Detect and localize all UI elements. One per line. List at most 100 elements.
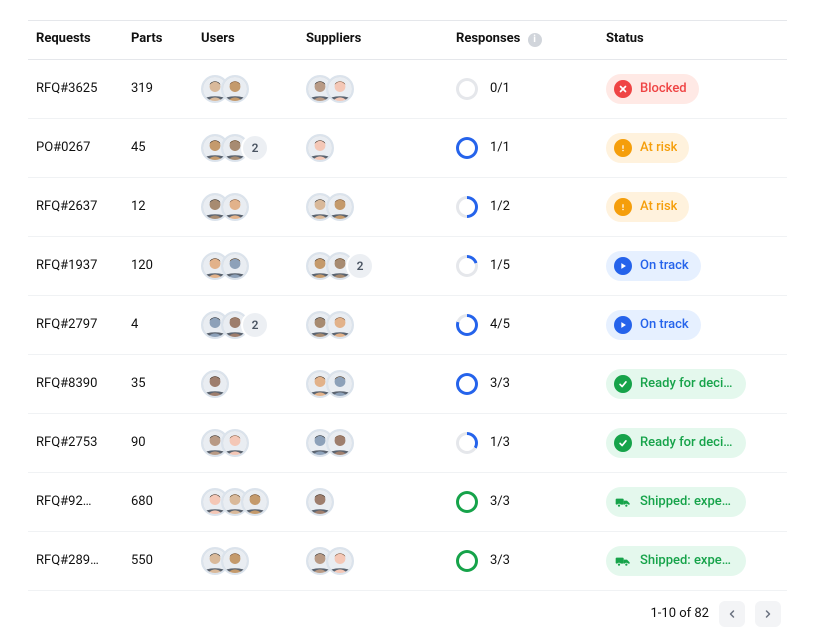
- request-id[interactable]: RFQ#289…: [28, 531, 123, 590]
- avatar-group: 2: [201, 311, 290, 339]
- table-row[interactable]: RFQ#3625 319 0/1: [28, 59, 787, 118]
- avatar[interactable]: [306, 134, 334, 162]
- truck-icon: [615, 553, 631, 569]
- status-icon: [614, 80, 632, 98]
- chevron-left-icon: [726, 608, 738, 620]
- users-cell: [193, 531, 298, 590]
- responses-text: 3/3: [490, 553, 510, 568]
- avatar[interactable]: [221, 252, 249, 280]
- avatar-group: 2: [306, 252, 440, 280]
- parts-count: 45: [123, 118, 193, 177]
- col-status[interactable]: Status: [598, 21, 787, 60]
- progress-ring-icon: [456, 491, 478, 513]
- table-row[interactable]: RFQ#92… 680 3/3: [28, 472, 787, 531]
- status-pill[interactable]: Ready for decision: [606, 369, 746, 399]
- table-row[interactable]: PO#0267 45 2 1/1 At risk: [28, 118, 787, 177]
- avatar-group: [306, 370, 440, 398]
- col-requests[interactable]: Requests: [28, 21, 123, 60]
- avatar[interactable]: [221, 429, 249, 457]
- responses-text: 3/3: [490, 494, 510, 509]
- status-pill[interactable]: Ready for decision: [606, 428, 746, 458]
- request-id[interactable]: RFQ#2637: [28, 177, 123, 236]
- avatar-more-badge[interactable]: 2: [346, 252, 374, 280]
- status-pill[interactable]: At risk: [606, 133, 689, 163]
- users-cell: [193, 472, 298, 531]
- responses-cell: 0/1: [456, 78, 590, 100]
- parts-count: 319: [123, 59, 193, 118]
- col-responses[interactable]: Responses i: [448, 21, 598, 60]
- table-row[interactable]: RFQ#2753 90 1/3: [28, 413, 787, 472]
- avatar-group: [201, 252, 290, 280]
- request-id[interactable]: RFQ#2753: [28, 413, 123, 472]
- avatar[interactable]: [326, 547, 354, 575]
- status-icon: [614, 552, 632, 570]
- status-pill[interactable]: Shipped: expected for…: [606, 487, 746, 517]
- responses-cell: 1/1: [456, 137, 590, 159]
- responses-text: 1/5: [490, 258, 510, 273]
- avatar[interactable]: [221, 547, 249, 575]
- status-label: On track: [640, 258, 689, 273]
- responses-text: 1/2: [490, 199, 510, 214]
- avatar[interactable]: [326, 370, 354, 398]
- table-row[interactable]: RFQ#2797 4 2 4/5: [28, 295, 787, 354]
- table-row[interactable]: RFQ#289… 550 3/3: [28, 531, 787, 590]
- avatar-group: 2: [201, 134, 290, 162]
- col-users[interactable]: Users: [193, 21, 298, 60]
- request-id[interactable]: RFQ#2797: [28, 295, 123, 354]
- request-id[interactable]: PO#0267: [28, 118, 123, 177]
- pagination-next-button[interactable]: [755, 601, 781, 627]
- parts-count: 4: [123, 295, 193, 354]
- request-id[interactable]: RFQ#92…: [28, 472, 123, 531]
- responses-cell: 3/3: [456, 491, 590, 513]
- request-id[interactable]: RFQ#8390: [28, 354, 123, 413]
- avatar[interactable]: [221, 75, 249, 103]
- table-row[interactable]: RFQ#8390 35 3/3 Ready for decisi: [28, 354, 787, 413]
- status-pill[interactable]: At risk: [606, 192, 689, 222]
- status-icon: [614, 139, 632, 157]
- parts-count: 90: [123, 413, 193, 472]
- avatar[interactable]: [326, 311, 354, 339]
- suppliers-cell: [298, 177, 448, 236]
- pagination-prev-button[interactable]: [719, 601, 745, 627]
- suppliers-cell: [298, 472, 448, 531]
- avatar[interactable]: [326, 429, 354, 457]
- progress-ring-icon: [456, 314, 478, 336]
- avatar[interactable]: [241, 488, 269, 516]
- table-row[interactable]: RFQ#2637 12 1/2: [28, 177, 787, 236]
- avatar[interactable]: [306, 488, 334, 516]
- status-label: On track: [640, 317, 689, 332]
- avatar[interactable]: [221, 193, 249, 221]
- col-parts[interactable]: Parts: [123, 21, 193, 60]
- avatar-more-badge[interactable]: 2: [241, 311, 269, 339]
- progress-ring-icon: [456, 137, 478, 159]
- avatar[interactable]: [326, 193, 354, 221]
- users-cell: [193, 354, 298, 413]
- table-row[interactable]: RFQ#1937 120 2 1/5: [28, 236, 787, 295]
- users-cell: [193, 413, 298, 472]
- col-suppliers[interactable]: Suppliers: [298, 21, 448, 60]
- suppliers-cell: [298, 531, 448, 590]
- suppliers-cell: [298, 413, 448, 472]
- responses-text: 4/5: [490, 317, 510, 332]
- status-icon: [614, 257, 632, 275]
- status-pill[interactable]: On track: [606, 251, 701, 281]
- requests-table: Requests Parts Users Suppliers Responses…: [28, 20, 787, 591]
- truck-icon: [615, 494, 631, 510]
- parts-count: 550: [123, 531, 193, 590]
- suppliers-cell: [298, 118, 448, 177]
- status-pill[interactable]: Shipped: expected for…: [606, 546, 746, 576]
- avatar-more-badge[interactable]: 2: [241, 134, 269, 162]
- request-id[interactable]: RFQ#3625: [28, 59, 123, 118]
- responses-cell: 1/2: [456, 196, 590, 218]
- responses-text: 0/1: [490, 81, 510, 96]
- status-icon: [614, 375, 632, 393]
- status-pill[interactable]: On track: [606, 310, 701, 340]
- users-cell: [193, 59, 298, 118]
- progress-ring-icon: [456, 78, 478, 100]
- progress-ring-icon: [456, 432, 478, 454]
- avatar[interactable]: [326, 75, 354, 103]
- info-icon[interactable]: i: [528, 33, 542, 47]
- request-id[interactable]: RFQ#1937: [28, 236, 123, 295]
- status-pill[interactable]: Blocked: [606, 74, 699, 104]
- avatar[interactable]: [201, 370, 229, 398]
